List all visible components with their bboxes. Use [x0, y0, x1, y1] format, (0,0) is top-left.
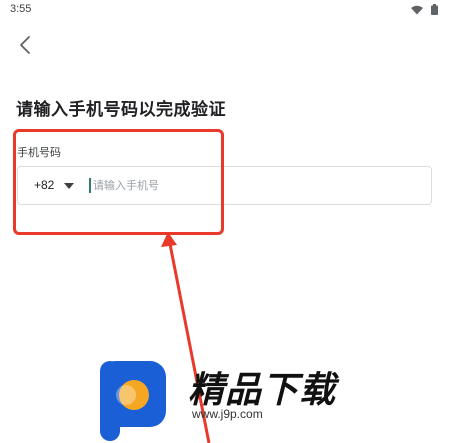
watermark-url: www.j9p.com [192, 407, 263, 421]
watermark: 精品下载 www.j9p.com [96, 355, 356, 443]
watermark-logo [100, 361, 166, 441]
watermark-title: 精品下载 [188, 370, 337, 411]
